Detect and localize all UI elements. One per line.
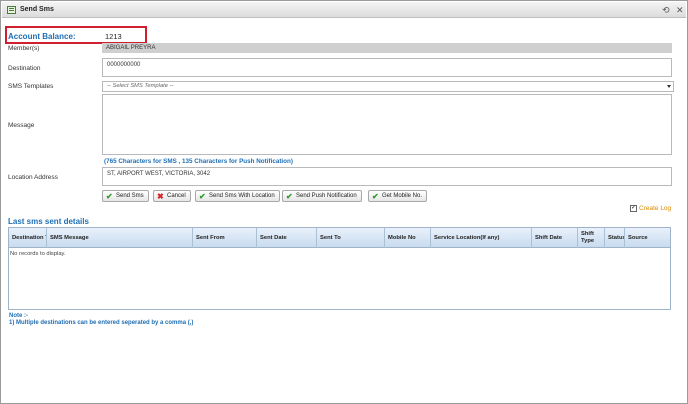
column-header-sms-message[interactable]: SMS Message: [47, 228, 193, 248]
cancel-button[interactable]: ✖ Cancel: [153, 190, 191, 202]
destination-label: Destination: [8, 65, 41, 72]
check-icon: ✔: [199, 192, 206, 201]
note-heading: Note :-: [9, 313, 28, 319]
sms-template-placeholder: -- Select SMS Template --: [107, 83, 174, 89]
location-address-field[interactable]: ST, AIRPORT WEST, VICTORIA, 3042: [102, 167, 672, 186]
send-push-notification-label: Send Push Notification: [296, 193, 357, 199]
column-header-shift-date[interactable]: Shift Date: [532, 228, 578, 248]
sms-history-grid: Destination Ty SMS Message Sent From Sen…: [8, 227, 671, 310]
window-title: Send Sms: [20, 6, 54, 13]
sms-window-icon: [7, 6, 16, 14]
character-limit-info: (765 Characters for SMS , 135 Characters…: [104, 158, 293, 165]
grid-header: Destination Ty SMS Message Sent From Sen…: [9, 228, 670, 248]
column-header-service-location[interactable]: Service Location(If any): [431, 228, 532, 248]
column-header-sent-to[interactable]: Sent To: [317, 228, 385, 248]
cancel-x-icon: ✖: [157, 192, 164, 201]
column-header-mobile-no[interactable]: Mobile No: [385, 228, 431, 248]
message-textarea[interactable]: [102, 94, 672, 155]
create-log-option[interactable]: ✓ Create Log: [630, 205, 672, 212]
close-icon[interactable]: ✕: [676, 5, 684, 15]
check-icon: ✔: [372, 192, 379, 201]
account-balance-value: 1213: [105, 32, 122, 41]
get-mobile-no-label: Get Mobile No.: [382, 193, 423, 199]
send-sms-label: Send Sms: [116, 193, 144, 199]
cancel-label: Cancel: [167, 193, 186, 199]
send-push-notification-button[interactable]: ✔ Send Push Notification: [282, 190, 362, 202]
message-label: Message: [8, 122, 35, 129]
dropdown-arrow-icon: [667, 85, 671, 88]
send-sms-with-location-label: Send Sms With Location: [209, 193, 275, 199]
column-header-source[interactable]: Source: [625, 228, 670, 248]
account-balance-label: Account Balance:: [8, 32, 76, 41]
check-icon: ✔: [106, 192, 113, 201]
members-label: Member(s): [8, 45, 40, 52]
sms-templates-label: SMS Templates: [8, 83, 54, 90]
note-line-1: 1) Multiple destinations can be entered …: [9, 320, 194, 326]
check-icon: ✔: [286, 192, 293, 201]
send-sms-button[interactable]: ✔ Send Sms: [102, 190, 149, 202]
create-log-label: Create Log: [639, 205, 672, 212]
members-value: ABIGAIL PREYRA: [102, 43, 672, 53]
send-sms-with-location-button[interactable]: ✔ Send Sms With Location: [195, 190, 280, 202]
location-address-label: Location Address: [8, 174, 58, 181]
destination-value: 0000000000: [107, 62, 141, 68]
get-mobile-no-button[interactable]: ✔ Get Mobile No.: [368, 190, 428, 202]
column-header-destination-type[interactable]: Destination Ty: [9, 228, 47, 248]
column-header-status[interactable]: Status: [605, 228, 625, 248]
location-address-value: ST, AIRPORT WEST, VICTORIA, 3042: [107, 171, 211, 177]
refresh-icon[interactable]: ⟲: [662, 5, 670, 15]
sms-template-select[interactable]: -- Select SMS Template --: [102, 81, 674, 92]
create-log-checkbox[interactable]: ✓: [630, 205, 637, 212]
destination-field[interactable]: 0000000000: [102, 58, 672, 77]
column-header-sent-from[interactable]: Sent From: [193, 228, 257, 248]
send-sms-window: Send Sms ⟲ ✕ Account Balance: 1213 Membe…: [0, 0, 688, 404]
column-header-sent-date[interactable]: Sent Date: [257, 228, 317, 248]
last-sms-sent-title: Last sms sent details: [8, 217, 89, 226]
title-bar: Send Sms ⟲ ✕: [2, 2, 686, 18]
column-header-shift-type[interactable]: Shift Type: [578, 228, 605, 248]
no-records-message: No records to display.: [10, 251, 66, 257]
